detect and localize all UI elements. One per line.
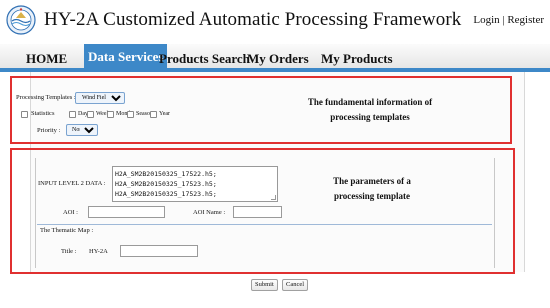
stat-day-checkbox[interactable]: [69, 111, 76, 118]
stat-year-label: Year: [159, 111, 171, 117]
stat-season-checkbox[interactable]: [127, 111, 134, 118]
input-file-line: H2A_SM2B20150325_17523.h5;: [115, 180, 217, 188]
title-prefix: HY-2A: [89, 248, 108, 255]
template-annotation: The fundamental information of processin…: [307, 97, 433, 122]
auth-links: Login | Register: [473, 14, 544, 26]
thematic-map-label: The Thematic Map :: [40, 227, 94, 234]
input-level2-label: INPUT LEVEL 2 DATA :: [38, 180, 106, 187]
nav-my-orders[interactable]: My Orders: [247, 44, 309, 68]
aoi-name-input[interactable]: [233, 206, 282, 218]
input-file-line: H2A_SM2B20150325_17522.h5;: [115, 170, 217, 178]
main-nav: HOME Data Services Products Search My Or…: [0, 44, 550, 72]
submit-button[interactable]: Submit: [251, 279, 278, 291]
statistics-label: Statistics: [31, 110, 55, 117]
template-select[interactable]: Wind Field: [75, 92, 125, 104]
app-title: HY-2A Customized Automatic Processing Fr…: [44, 9, 462, 30]
title-label: Title :: [61, 248, 77, 255]
register-link[interactable]: Register: [507, 14, 544, 26]
input-file-line: H2A_SM2B20150325_17523.h5;: [115, 190, 217, 198]
stat-month-checkbox[interactable]: [107, 111, 114, 118]
app-header: HY-2A Customized Automatic Processing Fr…: [0, 0, 550, 44]
login-link[interactable]: Login: [473, 14, 499, 26]
nav-data-services[interactable]: Data Services: [84, 44, 168, 72]
stat-year-checkbox[interactable]: [150, 111, 157, 118]
aoi-name-label: AOI Name :: [193, 209, 226, 216]
nav-home[interactable]: HOME: [26, 44, 67, 68]
input-files-textarea[interactable]: H2A_SM2B20150325_17522.h5; H2A_SM2B20150…: [112, 166, 278, 202]
nav-my-products[interactable]: My Products: [321, 44, 393, 68]
processing-templates-label: Processing Templates :: [16, 94, 76, 101]
auth-separator: |: [502, 14, 505, 26]
parameters-annotation: The parameters of a processing template: [333, 176, 411, 201]
priority-label: Priority :: [37, 127, 61, 134]
resize-grip-icon[interactable]: [271, 195, 276, 200]
aoi-input[interactable]: [88, 206, 165, 218]
priority-select[interactable]: Normal: [66, 124, 98, 136]
stat-week-checkbox[interactable]: [87, 111, 94, 118]
title-input[interactable]: [120, 245, 198, 257]
nav-products-search[interactable]: Products Search: [159, 44, 250, 68]
statistics-checkbox[interactable]: [21, 111, 28, 118]
aoi-label: AOI :: [63, 209, 78, 216]
cancel-button[interactable]: Cancel: [282, 279, 309, 291]
ocean-logo-icon: [6, 5, 36, 35]
section-divider: [37, 224, 492, 225]
